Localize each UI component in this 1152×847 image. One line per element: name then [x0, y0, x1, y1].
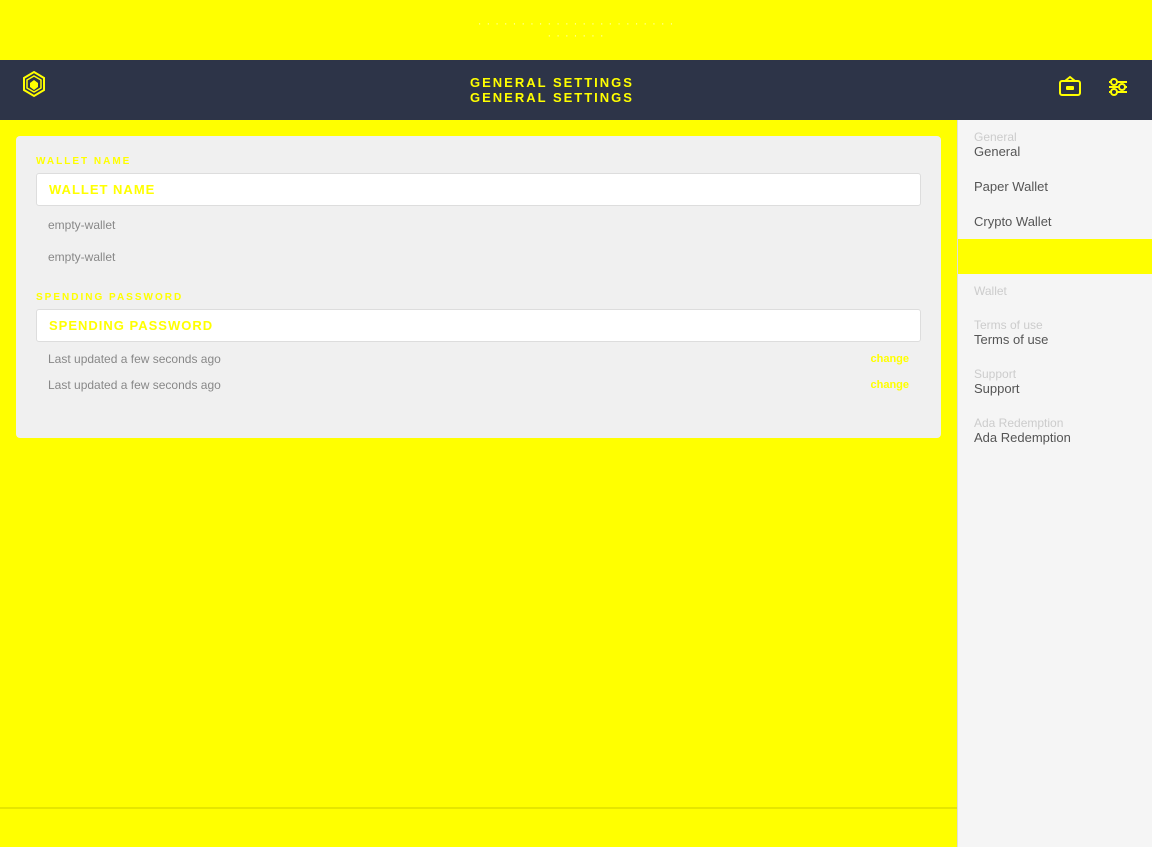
sidebar-label-wallet-active: Wallet: [974, 249, 1136, 264]
password-row-1: Last updated a few seconds ago change: [36, 346, 921, 372]
sidebar: General General Paper Wallet Crypto Wall…: [957, 120, 1152, 847]
sidebar-label-terms: Terms of use: [974, 332, 1136, 347]
settings-icon-button[interactable]: [1100, 69, 1136, 111]
sidebar-item-support[interactable]: Support Support: [958, 357, 1152, 406]
wallet-icon-button[interactable]: [1052, 69, 1088, 111]
wallet-name-value2: empty-wallet: [36, 242, 921, 272]
top-banner: · · · · · · · · · · · · · · · · · · · · …: [0, 0, 1152, 60]
spending-password-section: SPENDING PASSWORD SPENDING PASSWORD Last…: [36, 292, 921, 398]
sidebar-item-wallet-shadow[interactable]: Wallet: [958, 274, 1152, 308]
main-layout: WALLET NAME WALLET NAME empty-wallet emp…: [0, 120, 1152, 847]
sidebar-label-paper-wallet: Paper Wallet: [974, 179, 1136, 194]
password-row-2: Last updated a few seconds ago change: [36, 372, 921, 398]
banner-text-1: · · · · · · · · · · · · · · · · · · · · …: [478, 18, 675, 30]
wallet-name-field-label: WALLET NAME: [36, 173, 921, 206]
header: GENERAL SETTINGS GENERAL SETTINGS: [0, 60, 1152, 120]
sidebar-label-wallet-shadow: Wallet: [974, 284, 1136, 298]
sidebar-item-wallet-active[interactable]: Wallet: [958, 239, 1152, 274]
last-updated-2: Last updated a few seconds ago: [48, 378, 221, 392]
banner-text-2: · · · · · · ·: [548, 30, 605, 42]
content-area: WALLET NAME WALLET NAME empty-wallet emp…: [0, 120, 957, 847]
logo: [16, 70, 52, 111]
sidebar-item-general[interactable]: General General: [958, 120, 1152, 169]
last-updated-1: Last updated a few seconds ago: [48, 352, 221, 366]
sidebar-label-crypto-wallet: Crypto Wallet: [974, 214, 1136, 229]
sidebar-label-support: Support: [974, 381, 1136, 396]
sidebar-label-support-shadow: Support: [974, 367, 1136, 381]
spending-password-label-shadow: SPENDING PASSWORD: [36, 292, 921, 303]
sidebar-item-paper-wallet[interactable]: Paper Wallet: [958, 169, 1152, 204]
sidebar-label-terms-shadow: Terms of use: [974, 318, 1136, 332]
save-bar: [0, 807, 957, 847]
header-icons: [1052, 69, 1136, 111]
sidebar-label-ada: Ada Redemption: [974, 430, 1136, 445]
sidebar-active-indicator: [958, 239, 962, 274]
wallet-name-label-shadow: WALLET NAME: [36, 156, 921, 167]
settings-panel: WALLET NAME WALLET NAME empty-wallet emp…: [16, 136, 941, 438]
wallet-name-section: WALLET NAME WALLET NAME empty-wallet emp…: [36, 156, 921, 272]
sidebar-label-general: General: [974, 144, 1136, 159]
spending-password-field-label: SPENDING PASSWORD: [36, 309, 921, 342]
wallet-name-value1: empty-wallet: [36, 210, 921, 240]
header-title: GENERAL SETTINGS: [470, 75, 634, 90]
sidebar-item-crypto-wallet[interactable]: Crypto Wallet: [958, 204, 1152, 239]
change-link-2[interactable]: change: [870, 379, 909, 391]
logo-icon: [16, 70, 52, 111]
change-link-1[interactable]: change: [870, 353, 909, 365]
sidebar-item-terms-of-use[interactable]: Terms of use Terms of use: [958, 308, 1152, 357]
sidebar-label-ada-shadow: Ada Redemption: [974, 416, 1136, 430]
header-subtitle: GENERAL SETTINGS: [470, 90, 634, 105]
sidebar-item-ada-redemption[interactable]: Ada Redemption Ada Redemption: [958, 406, 1152, 455]
sidebar-label-general-shadow: General: [974, 130, 1136, 144]
header-center: GENERAL SETTINGS GENERAL SETTINGS: [470, 75, 634, 105]
